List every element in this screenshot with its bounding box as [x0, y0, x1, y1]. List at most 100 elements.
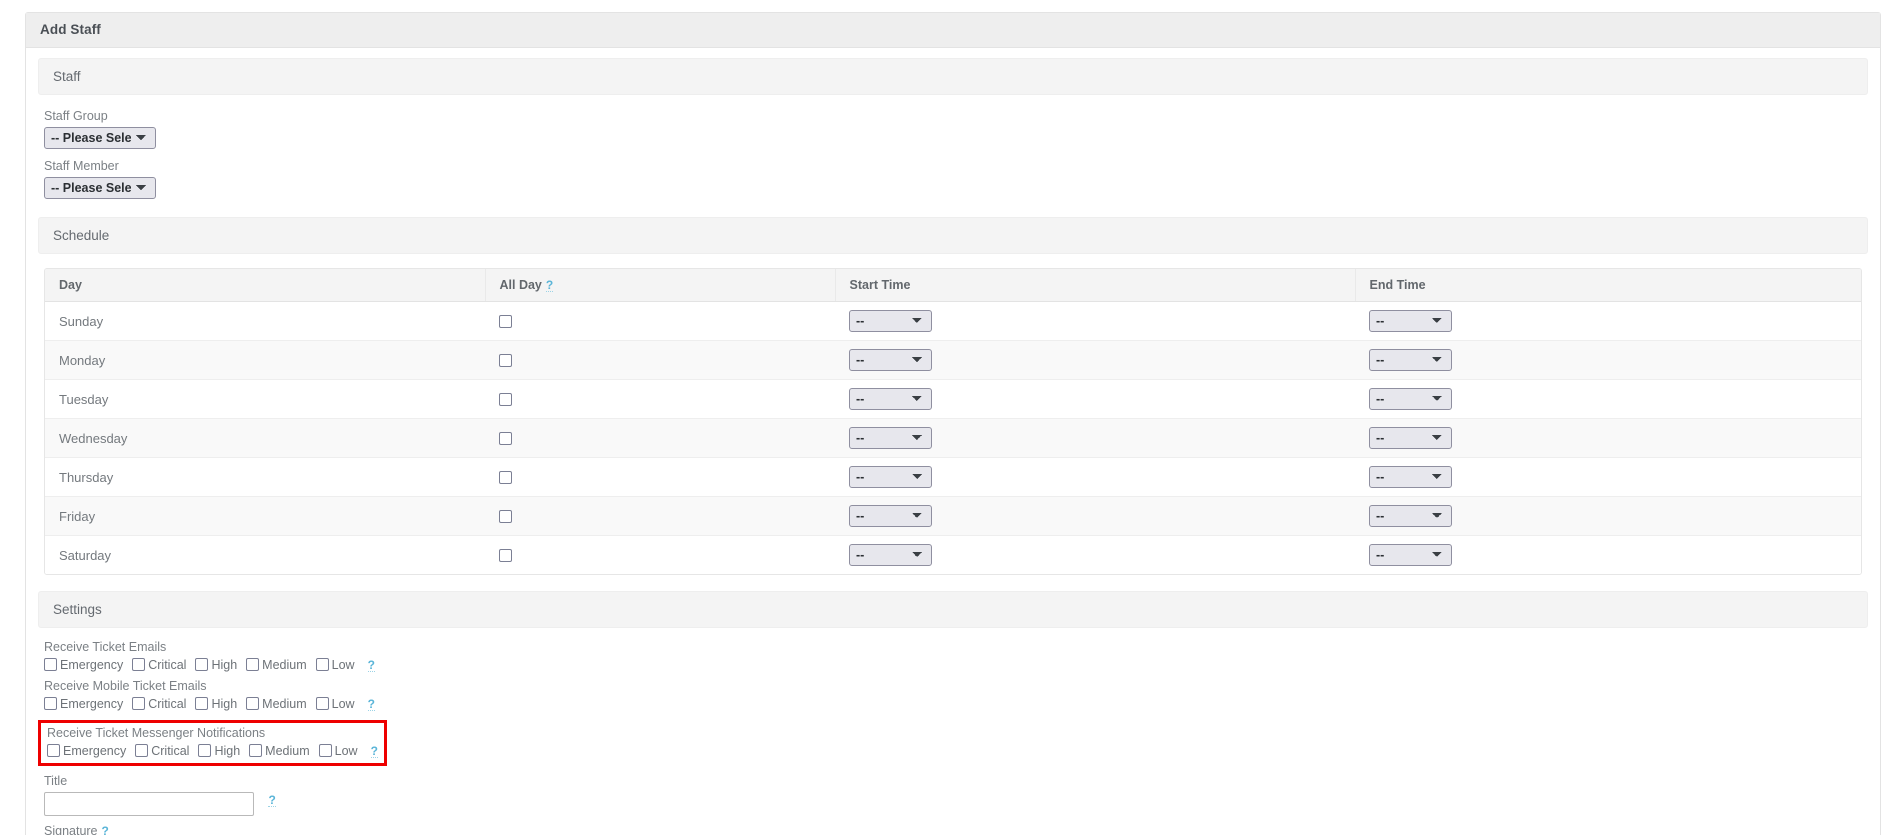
- checkbox-input[interactable]: [195, 697, 209, 710]
- priority-checkbox-row: Emergency Critical High Medium Low?: [44, 657, 1862, 673]
- end-time-select[interactable]: --: [1369, 544, 1452, 566]
- checkbox-input[interactable]: [44, 658, 57, 671]
- column-header-end-time: End Time: [1354, 269, 1861, 302]
- notification-group-label: Receive Ticket Emails: [44, 640, 167, 654]
- priority-checkbox-low[interactable]: Low: [318, 743, 358, 759]
- all-day-cell: [485, 496, 835, 536]
- staff-group-select[interactable]: -- Please Select --: [44, 127, 156, 149]
- checkbox-input[interactable]: [249, 744, 263, 757]
- notification-group-label: Receive Mobile Ticket Emails: [44, 679, 207, 693]
- checkbox-input[interactable]: [132, 658, 146, 671]
- signature-field-label: Signature?: [44, 824, 1862, 835]
- end-time-cell: --: [1355, 536, 1861, 575]
- start-time-cell: --: [835, 496, 1355, 536]
- checkbox-input[interactable]: [198, 744, 212, 757]
- page-title: Add Staff: [26, 13, 1880, 48]
- title-input[interactable]: [44, 792, 254, 816]
- all-day-checkbox[interactable]: [499, 392, 512, 406]
- column-header-all-day-label: All Day: [499, 278, 542, 292]
- priority-checkbox-high[interactable]: High: [198, 743, 240, 759]
- page-root: Add Staff Staff Staff Group -- Please Se…: [0, 0, 1896, 835]
- checkbox-input[interactable]: [47, 744, 60, 757]
- priority-checkbox-low[interactable]: Low: [315, 696, 355, 712]
- all-day-checkbox[interactable]: [499, 509, 512, 523]
- notification-group: Receive Ticket Emails Emergency Critical Hi…: [44, 640, 1862, 673]
- settings-body: Receive Ticket Emails Emergency Critical Hi…: [38, 640, 1868, 835]
- start-time-select[interactable]: --: [849, 544, 932, 566]
- help-icon-signature[interactable]: ?: [102, 825, 109, 835]
- section-header-staff: Staff: [38, 58, 1868, 95]
- start-time-select[interactable]: --: [849, 349, 932, 371]
- priority-label: Emergency: [60, 658, 124, 672]
- checkbox-input[interactable]: [44, 697, 57, 710]
- start-time-select[interactable]: --: [849, 505, 932, 527]
- panel-body: Staff Staff Group -- Please Select -- St…: [26, 48, 1880, 835]
- checkbox-input[interactable]: [195, 658, 209, 671]
- all-day-checkbox[interactable]: [499, 314, 512, 328]
- table-row: Tuesday -- --: [45, 379, 1861, 419]
- priority-checkbox-low[interactable]: Low: [315, 657, 355, 673]
- start-time-select[interactable]: --: [849, 466, 932, 488]
- priority-checkbox-high[interactable]: High: [195, 657, 237, 673]
- day-cell: Tuesday: [45, 379, 485, 419]
- staff-member-select[interactable]: -- Please Select --: [44, 177, 156, 199]
- end-time-select[interactable]: --: [1369, 388, 1452, 410]
- day-cell: Saturday: [59, 547, 112, 563]
- help-icon-notifications[interactable]: ?: [367, 659, 375, 672]
- priority-checkbox-medium[interactable]: Medium: [246, 696, 307, 712]
- priority-label: Medium: [265, 744, 310, 758]
- priority-checkbox-emergency[interactable]: Emergency: [47, 743, 126, 759]
- checkbox-input[interactable]: [246, 697, 260, 710]
- end-time-select[interactable]: --: [1369, 349, 1452, 371]
- start-time-select[interactable]: --: [849, 427, 932, 449]
- column-header-all-day: All Day?: [484, 269, 835, 302]
- all-day-checkbox[interactable]: [499, 431, 512, 445]
- priority-checkbox-medium[interactable]: Medium: [249, 743, 310, 759]
- checkbox-input[interactable]: [135, 744, 149, 757]
- all-day-checkbox[interactable]: [499, 470, 512, 484]
- checkbox-input[interactable]: [315, 658, 329, 671]
- day-cell: Thursday: [45, 457, 485, 497]
- notification-group-inner: Receive Ticket Emails Emergency Critical Hi…: [44, 640, 1862, 673]
- schedule-table-head: Day All Day? Start Time End Time: [45, 269, 1861, 302]
- help-icon-notifications[interactable]: ?: [367, 698, 375, 711]
- checkbox-input[interactable]: [246, 658, 260, 671]
- help-icon-notifications[interactable]: ?: [370, 745, 378, 758]
- start-time-select[interactable]: --: [849, 310, 932, 332]
- signature-label-text: Signature: [44, 824, 98, 835]
- start-time-select[interactable]: --: [849, 388, 932, 410]
- end-time-select[interactable]: --: [1369, 505, 1452, 527]
- priority-checkbox-medium[interactable]: Medium: [246, 657, 307, 673]
- all-day-checkbox[interactable]: [499, 548, 512, 562]
- staff-group-label: Staff Group: [44, 109, 108, 123]
- help-icon-all-day[interactable]: ?: [545, 279, 554, 292]
- start-time-cell: --: [835, 340, 1355, 380]
- end-time-cell: --: [1355, 379, 1861, 419]
- table-row: Sunday -- --: [45, 301, 1861, 341]
- priority-checkbox-critical[interactable]: Critical: [132, 696, 186, 712]
- notification-group-inner: Receive Mobile Ticket Emails Emergency Cri…: [44, 679, 1862, 712]
- column-header-start-time: Start Time: [834, 269, 1355, 302]
- all-day-checkbox[interactable]: [499, 353, 512, 367]
- day-cell: Sunday: [45, 301, 485, 341]
- end-time-select[interactable]: --: [1369, 427, 1452, 449]
- help-icon-title[interactable]: ?: [268, 794, 276, 807]
- checkbox-input[interactable]: [318, 744, 332, 757]
- checkbox-input[interactable]: [315, 697, 329, 710]
- priority-label: Medium: [262, 697, 307, 711]
- table-header-row: Day All Day? Start Time End Time: [45, 269, 1861, 302]
- priority-checkbox-high[interactable]: High: [195, 696, 237, 712]
- priority-checkbox-emergency[interactable]: Emergency: [44, 657, 123, 673]
- all-day-cell: [485, 340, 835, 380]
- priority-checkbox-critical[interactable]: Critical: [132, 657, 186, 673]
- section-header-schedule: Schedule: [38, 217, 1868, 254]
- end-time-select[interactable]: --: [1369, 466, 1452, 488]
- checkbox-input[interactable]: [132, 697, 146, 710]
- priority-checkbox-emergency[interactable]: Emergency: [44, 696, 123, 712]
- priority-label: Medium: [262, 658, 307, 672]
- end-time-cell: --: [1355, 301, 1861, 341]
- priority-checkbox-critical[interactable]: Critical: [135, 743, 189, 759]
- all-day-cell: [485, 536, 835, 575]
- end-time-select[interactable]: --: [1369, 310, 1452, 332]
- priority-checkbox-row: Emergency Critical High Medium Low?: [44, 696, 1862, 712]
